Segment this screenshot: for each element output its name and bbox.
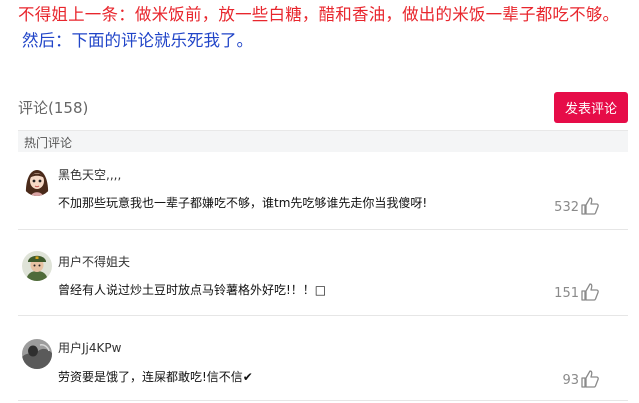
comment-text: 不加那些玩意我也一辈子都嫌吃不够，谁tm先吃够谁先走你当我傻呀!: [58, 196, 428, 210]
comment-count: 评论(158): [18, 99, 89, 117]
comment-item: 黑色天空,,,, 不加那些玩意我也一辈子都嫌吃不够，谁tm先吃够谁先走你当我傻呀…: [18, 152, 628, 230]
like-button[interactable]: 93: [562, 369, 600, 389]
comment-item: 用户不得姐夫 曾经有人说过炒土豆时放点马铃薯格外好吃!！！□ 151: [18, 231, 628, 316]
comment-item: 用户Jj4KPw 劳资要是饿了，连屎都敢吃!信不信✔ 93: [18, 317, 628, 401]
like-count: 93: [562, 373, 579, 388]
thumbs-up-icon: [581, 283, 599, 301]
soldier-avatar-icon: [22, 251, 52, 281]
post-text-line2: 然后：下面的评论就乐死我了。: [22, 31, 253, 50]
hot-comments-bar: 热门评论: [18, 130, 628, 152]
post-comment-button[interactable]: 发表评论: [554, 92, 628, 123]
avatar[interactable]: [22, 166, 52, 196]
comment-username[interactable]: 黑色天空,,,,: [58, 166, 121, 183]
post-content: 不得姐上一条：做米饭前，放一些白糖，醋和香油，做出的米饭一辈子都吃不够。 然后：…: [18, 6, 634, 51]
post-text-line1: 不得姐上一条：做米饭前，放一些白糖，醋和香油，做出的米饭一辈子都吃不够。: [18, 5, 620, 24]
like-button[interactable]: 532: [554, 196, 600, 216]
avatar[interactable]: [22, 339, 52, 369]
thumbs-up-icon: [581, 197, 599, 215]
comment-username[interactable]: 用户Jj4KPw: [58, 339, 121, 356]
avatar[interactable]: [22, 251, 52, 281]
like-count: 151: [554, 286, 579, 301]
thumbs-up-icon: [581, 370, 599, 388]
like-count: 532: [554, 200, 579, 215]
comments-header: 评论(158) 发表评论: [18, 92, 628, 124]
comment-username[interactable]: 用户不得姐夫: [58, 253, 130, 270]
gray-avatar-icon: [22, 339, 52, 369]
hot-comments-label: 热门评论: [24, 136, 73, 150]
comment-text: 劳资要是饿了，连屎都敢吃!信不信✔: [58, 370, 253, 384]
comment-text: 曾经有人说过炒土豆时放点马铃薯格外好吃!！！□: [58, 283, 327, 297]
like-button[interactable]: 151: [554, 282, 600, 302]
girl-avatar-icon: [22, 166, 52, 196]
